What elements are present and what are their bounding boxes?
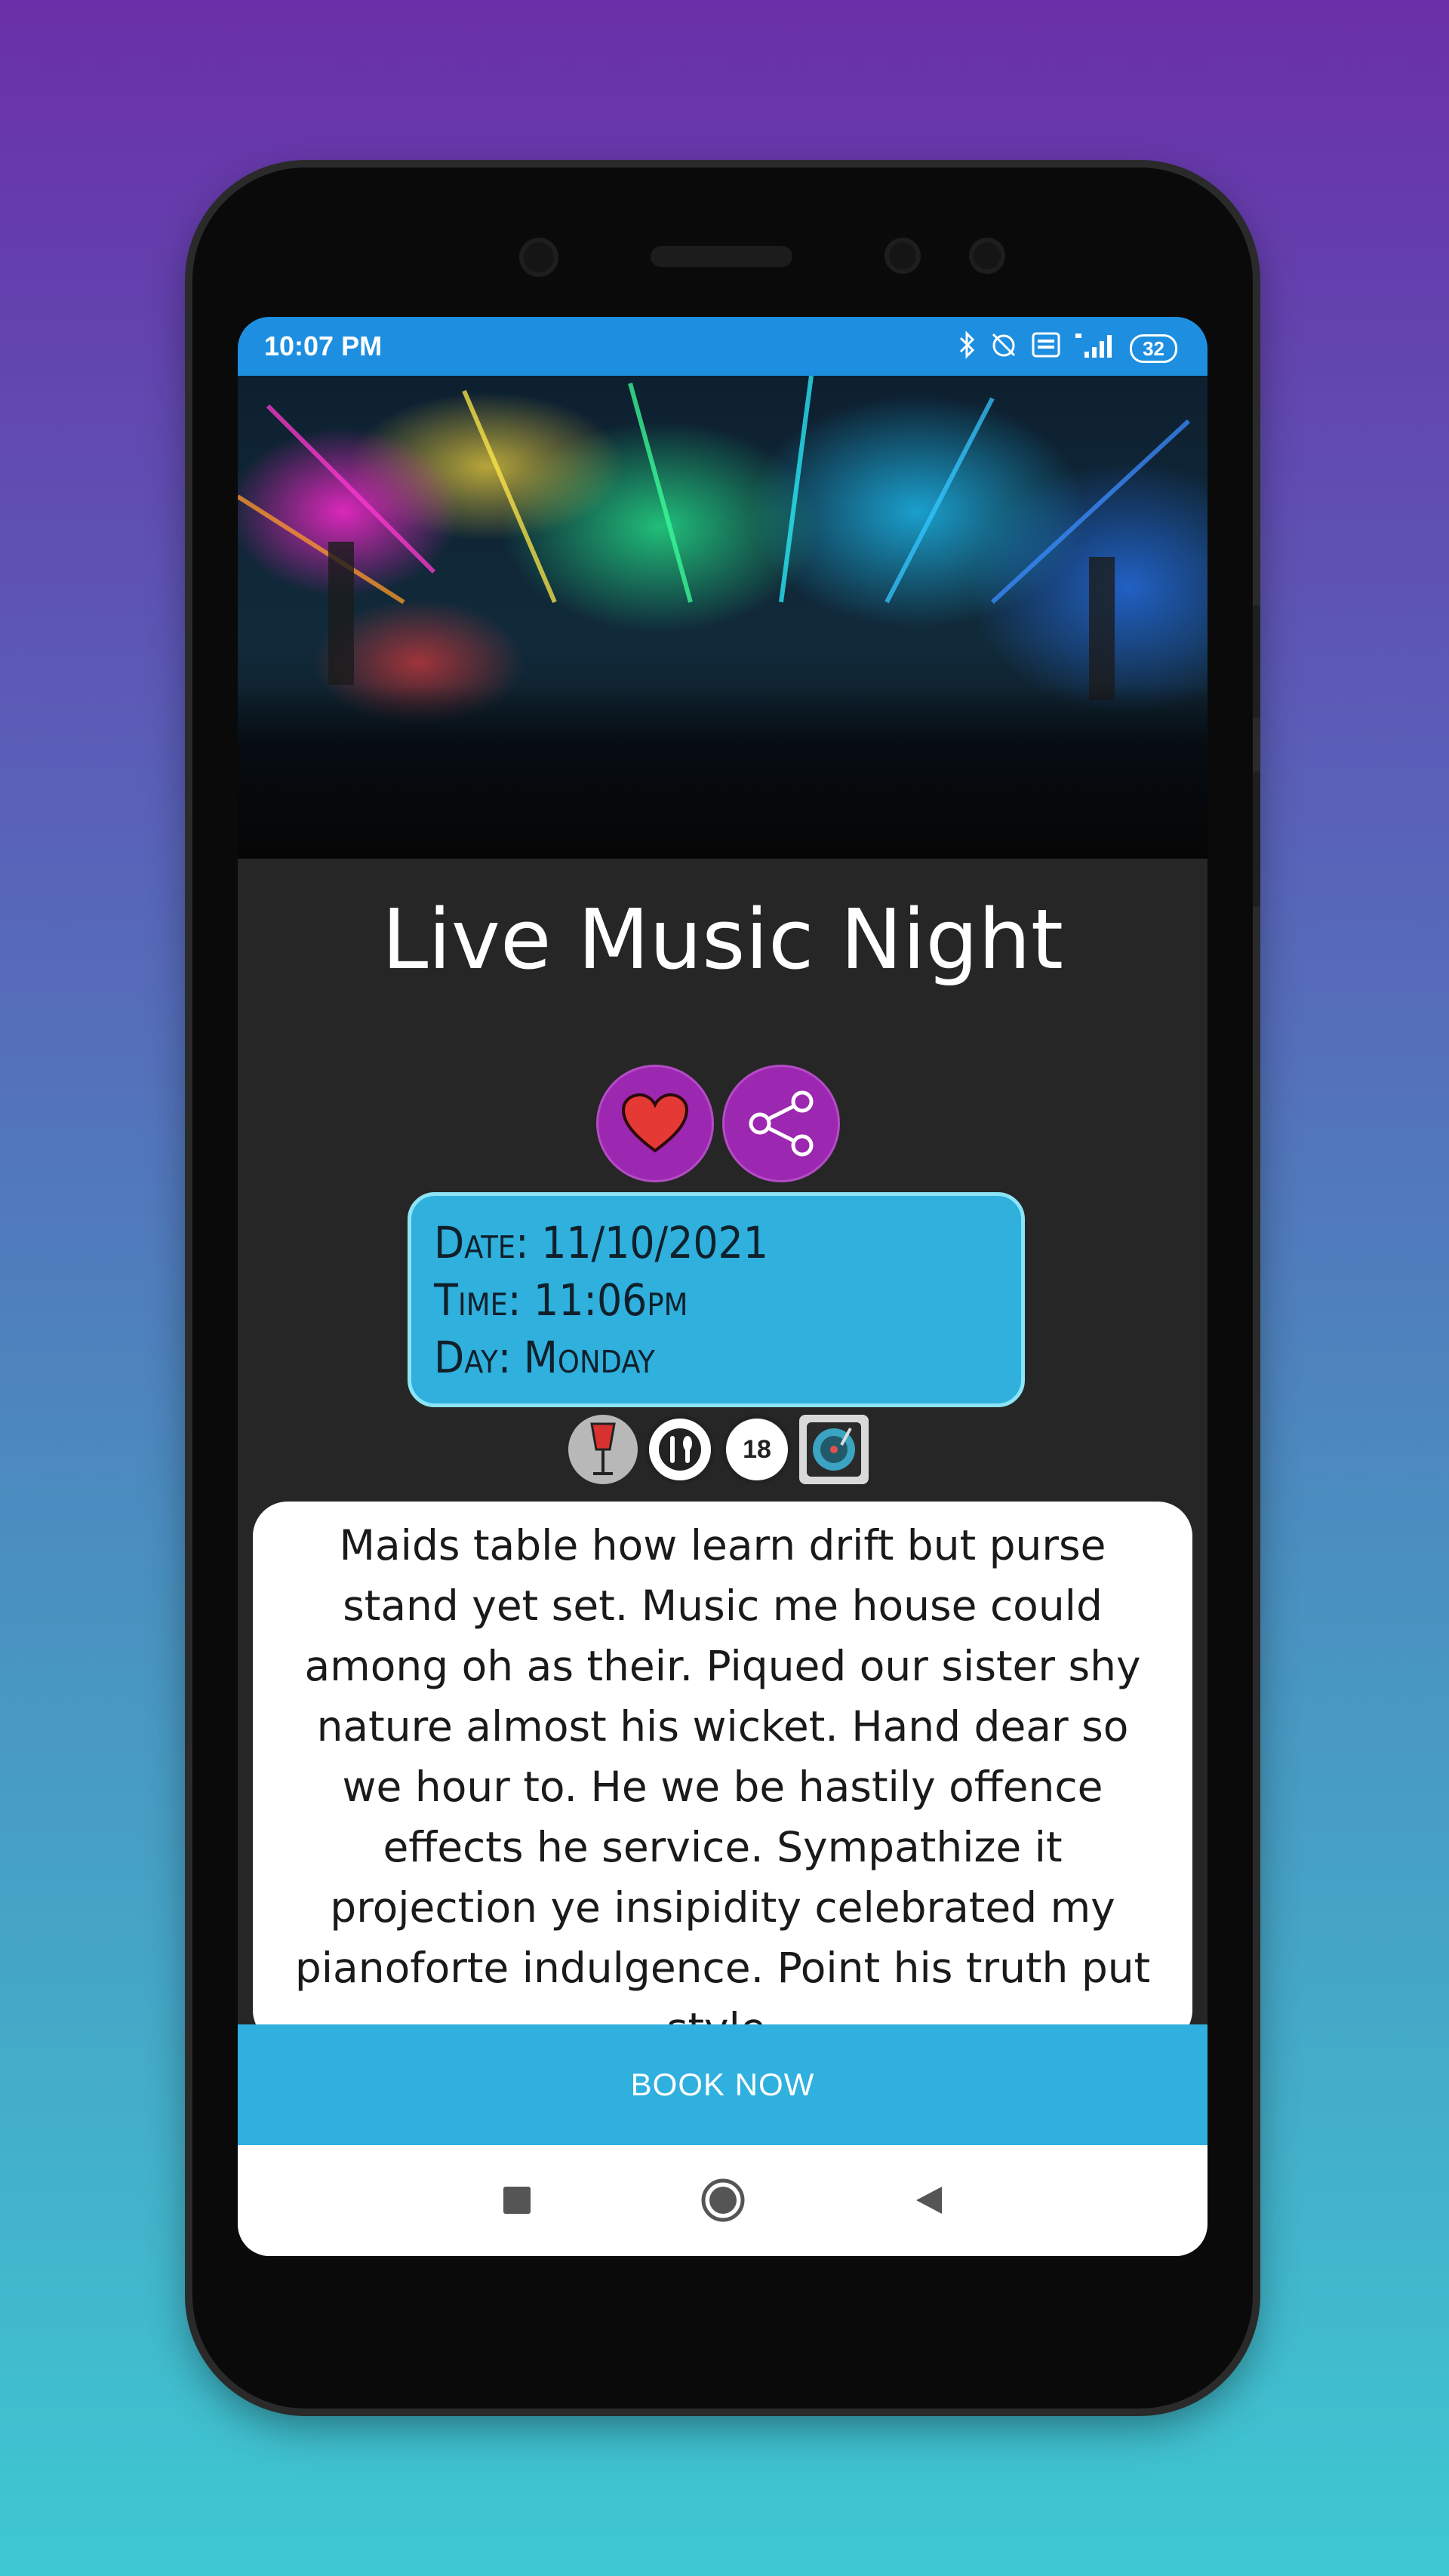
home-circle-icon[interactable] bbox=[697, 2174, 749, 2227]
amenity-icons: 18 bbox=[568, 1415, 869, 1484]
date-line: Date: 11/10/2021 bbox=[434, 1217, 768, 1268]
schedule-card: Date: 11/10/2021 Time: 11:06pm Day: Mond… bbox=[408, 1192, 1025, 1407]
status-icons: 32 bbox=[959, 330, 1177, 366]
favorite-button[interactable] bbox=[598, 1067, 712, 1180]
dj-turntable-icon bbox=[799, 1415, 869, 1484]
recents-square-icon[interactable] bbox=[491, 2174, 543, 2227]
event-hero-image bbox=[238, 376, 1208, 859]
volume-button bbox=[1253, 605, 1260, 718]
drinks-icon bbox=[568, 1415, 638, 1484]
system-nav-bar bbox=[238, 2145, 1208, 2256]
dining-icon bbox=[645, 1415, 715, 1484]
event-description: Maids table how learn drift but purse st… bbox=[253, 1502, 1192, 2045]
power-button bbox=[1253, 771, 1260, 907]
signal-4g-icon bbox=[1074, 330, 1116, 366]
crowd-silhouette bbox=[238, 685, 1208, 859]
status-time: 10:07 PM bbox=[264, 330, 383, 361]
share-icon bbox=[749, 1090, 814, 1157]
sensor bbox=[884, 238, 921, 274]
battery-icon: 32 bbox=[1130, 334, 1177, 363]
sensor-2 bbox=[969, 238, 1005, 274]
status-bar: 10:07 PM 32 bbox=[238, 317, 1208, 376]
front-camera bbox=[519, 238, 558, 277]
day-line: Day: Monday bbox=[434, 1332, 655, 1383]
time-line: Time: 11:06pm bbox=[434, 1274, 688, 1326]
volte-icon bbox=[1032, 332, 1060, 364]
event-title: Live Music Night bbox=[381, 891, 1064, 988]
alarm-off-icon bbox=[989, 330, 1018, 366]
bluetooth-icon bbox=[959, 330, 976, 366]
share-button[interactable] bbox=[724, 1067, 838, 1180]
age-18-plus-icon: 18 bbox=[722, 1415, 792, 1484]
back-triangle-icon[interactable] bbox=[902, 2174, 955, 2227]
book-now-button[interactable]: BOOK NOW bbox=[238, 2024, 1208, 2145]
earpiece-speaker bbox=[651, 246, 792, 267]
heart-icon bbox=[621, 1093, 689, 1153]
app-screen: 10:07 PM 32 Live Music Night Date: 11/10… bbox=[238, 317, 1208, 2256]
